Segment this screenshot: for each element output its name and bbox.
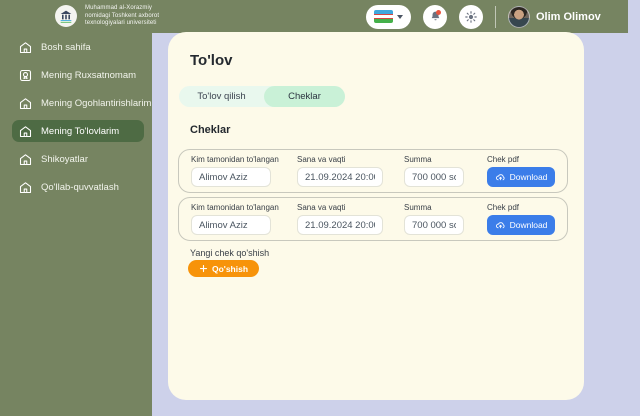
home-icon (18, 124, 33, 139)
sidebar-item-tolovlarim[interactable]: Mening To'lovlarim (12, 120, 144, 142)
uzbekistan-flag-icon (374, 10, 393, 23)
university-logo (55, 5, 77, 28)
home-icon (18, 180, 33, 195)
tab-tolov-qilish[interactable]: To'lov qilish (179, 86, 264, 107)
download-button-label: Download (509, 220, 548, 230)
payment-tabs: To'lov qilish Cheklar (179, 86, 345, 107)
license-icon (18, 68, 33, 83)
tab-cheklar[interactable]: Cheklar (264, 86, 345, 107)
payer-input[interactable] (191, 215, 271, 235)
plus-icon (199, 264, 208, 273)
cloud-download-icon (495, 173, 505, 180)
sidebar-item-label: Bosh sahifa (41, 41, 91, 53)
download-button-label: Download (509, 172, 548, 182)
user-menu[interactable]: Olim Olimov (508, 5, 601, 28)
check-row: Kim tamonidan to'langan Sana va vaqti Su… (178, 149, 568, 193)
sidebar-item-label: Shikoyatlar (41, 153, 88, 165)
app-header: Muhammad al-Xorazmiy nomidagi Toshkent a… (0, 0, 628, 33)
sidebar-item-qollab-quvvatlash[interactable]: Qo'llab-quvvatlash (12, 176, 144, 198)
theme-toggle-button[interactable] (459, 4, 483, 29)
check-row: Kim tamonidan to'langan Sana va vaqti Su… (178, 197, 568, 241)
payer-input[interactable] (191, 167, 271, 187)
main-panel: To'lov To'lov qilish Cheklar Cheklar Kim… (168, 32, 584, 400)
payer-label: Kim tamonidan to'langan (191, 155, 279, 164)
download-button[interactable]: Download (487, 167, 555, 187)
sidebar-item-shikoyatlar[interactable]: Shikoyatlar (12, 148, 144, 170)
date-label: Sana va vaqti (297, 155, 346, 164)
add-check-button[interactable]: Qo'shish (188, 260, 260, 277)
user-name: Olim Olimov (536, 10, 601, 23)
sum-label: Summa (404, 155, 432, 164)
sidebar-item-label: Mening Ruxsatnomam (41, 69, 137, 81)
user-avatar (508, 5, 530, 28)
sum-input[interactable] (404, 215, 464, 235)
sidebar-item-label: Mening To'lovlarim (41, 125, 120, 137)
pdf-label: Chek pdf (487, 155, 520, 164)
home-icon (18, 152, 33, 167)
notification-badge (436, 9, 441, 15)
date-input[interactable] (297, 167, 383, 187)
date-label: Sana va vaqti (297, 203, 346, 212)
header-controls: Olim Olimov (366, 4, 601, 29)
sun-icon (465, 10, 477, 23)
sidebar-item-label: Qo'llab-quvvatlash (41, 181, 119, 193)
section-title: Cheklar (190, 124, 231, 136)
sidebar: Bosh sahifa Mening Ruxsatnomam Mening Og… (0, 33, 152, 416)
page-title: To'lov (190, 52, 233, 69)
notifications-button[interactable] (423, 4, 447, 29)
sum-input[interactable] (404, 167, 464, 187)
home-icon (18, 40, 33, 55)
sum-label: Summa (404, 203, 432, 212)
chevron-down-icon (397, 14, 403, 19)
sidebar-item-bosh-sahifa[interactable]: Bosh sahifa (12, 36, 144, 58)
sidebar-item-ogohlantirishlarim[interactable]: Mening Ogohlantirishlarim (12, 92, 151, 114)
university-emblem-icon (60, 10, 72, 23)
sidebar-item-ruxsatnomam[interactable]: Mening Ruxsatnomam (12, 64, 144, 86)
add-check-button-label: Qo'shish (212, 263, 249, 274)
header-divider (495, 5, 496, 28)
payer-label: Kim tamonidan to'langan (191, 203, 279, 212)
download-button[interactable]: Download (487, 215, 555, 235)
language-selector[interactable] (366, 4, 411, 29)
home-icon (18, 96, 33, 111)
university-name: Muhammad al-Xorazmiy nomidagi Toshkent a… (85, 5, 160, 26)
cloud-download-icon (495, 221, 505, 228)
pdf-label: Chek pdf (487, 203, 520, 212)
sidebar-item-label: Mening Ogohlantirishlarim (41, 97, 152, 109)
add-check-label: Yangi chek qo'shish (190, 248, 270, 258)
university-logo-block: Muhammad al-Xorazmiy nomidagi Toshkent a… (55, 5, 159, 28)
date-input[interactable] (297, 215, 383, 235)
